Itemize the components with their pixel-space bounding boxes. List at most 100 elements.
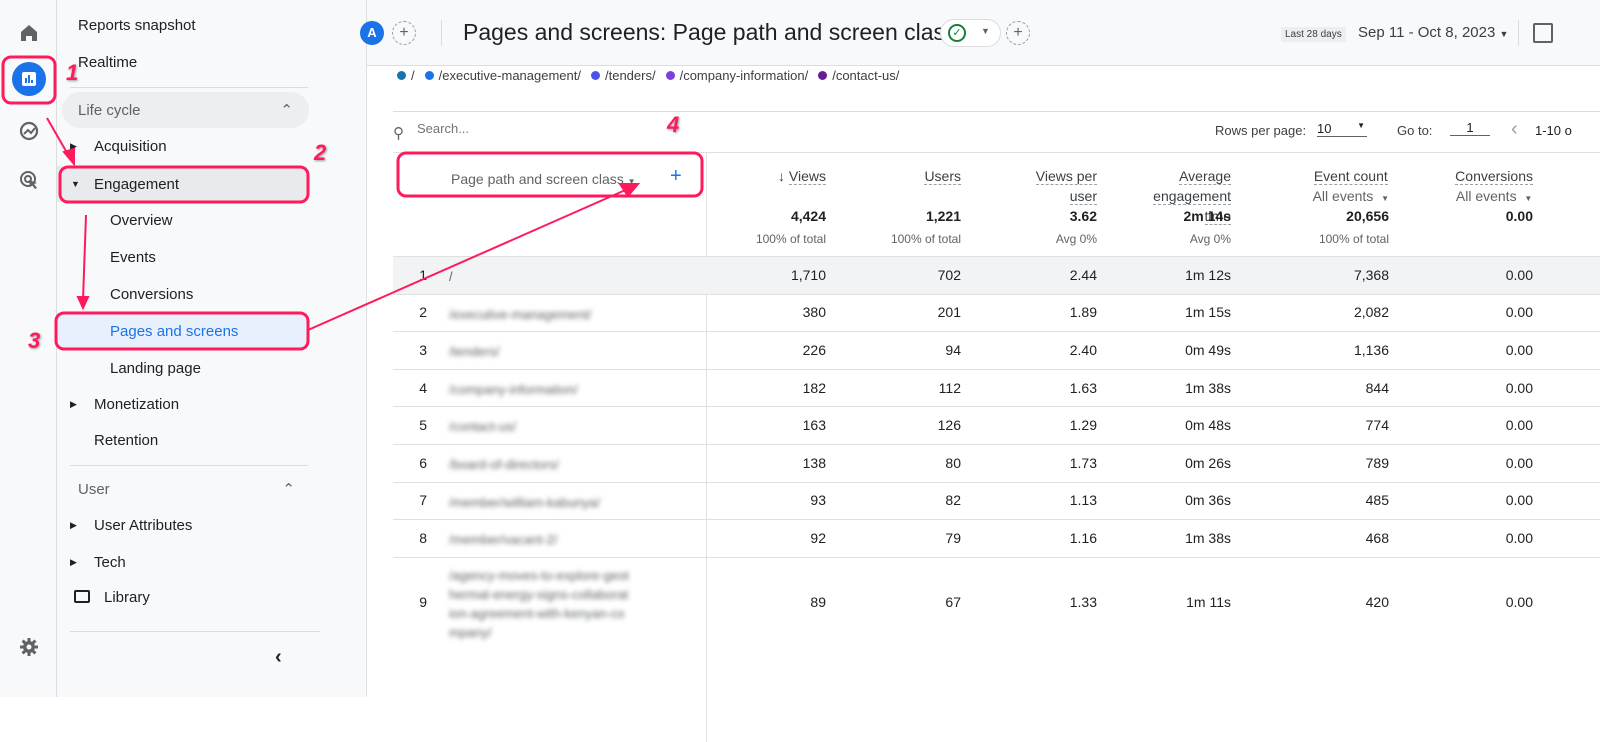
legend-label: /contact-us/	[832, 68, 900, 83]
cell-conv: 0.00	[1505, 492, 1533, 509]
collapse-nav-chevron-icon[interactable]: ‹	[275, 646, 282, 669]
cell-conv: 0.00	[1505, 593, 1533, 610]
add-dimension-icon[interactable]: +	[670, 165, 682, 188]
legend-item[interactable]: /executive-management/	[424, 68, 581, 83]
nav-landing-page[interactable]: Landing page	[110, 350, 360, 386]
legend-label: /company-information/	[679, 68, 809, 83]
event-count-column-header[interactable]: Event count All events ▼	[1313, 166, 1389, 209]
settings-gear-icon[interactable]	[14, 632, 44, 662]
reports-icon[interactable]	[12, 62, 46, 96]
row-index: 8	[419, 529, 427, 546]
expand-arrow-icon: ▶	[70, 398, 77, 409]
nav-monetization[interactable]: ▶ Monetization	[70, 386, 344, 422]
nav-overview[interactable]: Overview	[110, 202, 360, 238]
users-column-header[interactable]: Users	[924, 166, 961, 186]
comparison-avatar[interactable]: A	[360, 21, 384, 45]
cell-views: 380	[802, 304, 826, 321]
nav-tech[interactable]: ▶ Tech	[70, 544, 344, 580]
cell-users: 67	[945, 593, 961, 610]
cell-events: 485	[1365, 492, 1389, 509]
expand-arrow-icon: ▶	[70, 519, 77, 530]
cell-views: 1,710	[790, 266, 826, 283]
conversions-column-header[interactable]: Conversions All events ▼	[1455, 166, 1533, 209]
add-filter-icon[interactable]: +	[1006, 21, 1030, 45]
goto-input[interactable]: 1	[1450, 120, 1490, 136]
page-path: /tenders/	[449, 344, 500, 360]
nav-user-attributes[interactable]: ▶ User Attributes	[70, 507, 344, 543]
section-user[interactable]: User ⌃	[78, 471, 309, 507]
nav-conversions[interactable]: Conversions	[110, 276, 360, 312]
row-index: 6	[419, 454, 427, 471]
legend-label: /	[411, 68, 415, 83]
table-row[interactable]: 4/company-information/182 112 1.63 1m 38s 84…	[393, 368, 1600, 407]
page-path: /member/vacant-2/	[449, 532, 558, 548]
conversion-filter-select[interactable]: All events ▼	[1456, 188, 1532, 204]
legend-label: /executive-management/	[438, 68, 581, 83]
cell-views: 92	[810, 529, 826, 546]
table-row[interactable]: 3/tenders/226 94 2.40 0m 49s 1,136 0.00	[393, 331, 1600, 369]
prev-page-icon[interactable]: ‹	[1511, 118, 1518, 141]
dimension-column-header[interactable]: Page path and screen class ▼	[451, 169, 636, 192]
views-per-user-column-header[interactable]: Views per user	[1035, 166, 1097, 206]
cell-views: 163	[802, 417, 826, 434]
cell-conv: 0.00	[1505, 529, 1533, 546]
cell-events: 789	[1365, 454, 1389, 471]
nav-library[interactable]: Library	[74, 579, 354, 615]
customize-report-icon[interactable]	[1533, 23, 1553, 43]
header-label: Average	[1179, 168, 1231, 185]
collapse-arrow-icon: ▼	[71, 179, 80, 189]
dropdown-arrow-icon: ▼	[1499, 29, 1509, 39]
table-row[interactable]: 9/agency-moves-to-explore-geothermal-ene…	[393, 556, 1600, 647]
views-column-header[interactable]: ↓ Views	[778, 166, 826, 186]
total-users-sub: 100% of total	[890, 232, 961, 246]
date-range-picker[interactable]: Sep 11 - Oct 8, 2023 ▼	[1358, 24, 1508, 41]
table-row[interactable]: 5/contact-us/163 126 1.29 0m 48s 774 0.00	[393, 406, 1600, 444]
legend-item[interactable]: /	[397, 68, 415, 83]
cell-views: 182	[802, 379, 826, 396]
add-comparison-icon[interactable]: +	[392, 21, 416, 45]
rows-per-page-select[interactable]: 10 ▼	[1317, 121, 1367, 137]
table-row[interactable]: 1 / 1,710 702 2.44 1m 12s 7,368 0.00	[393, 256, 1600, 294]
row-index: 4	[419, 379, 427, 396]
section-lifecycle[interactable]: Life cycle ⌃	[62, 92, 309, 128]
folder-icon	[74, 590, 90, 603]
table-row[interactable]: 8/member/vacant-2/92 79 1.16 1m 38s 468 0.00	[393, 519, 1600, 557]
nav-reports-snapshot[interactable]: Reports snapshot	[78, 7, 328, 43]
page-path: /agency-moves-to-explore-geothermal-ener…	[449, 567, 629, 640]
cell-conv: 0.00	[1505, 417, 1533, 434]
table-row[interactable]: 2/executive-management/380 201 1.89 1m 15s 2…	[393, 293, 1600, 332]
cell-vpu: 1.29	[1069, 417, 1097, 434]
legend-item[interactable]: /tenders/	[590, 68, 656, 83]
event-filter-select[interactable]: All events ▼	[1313, 188, 1389, 204]
legend-item[interactable]: /company-information/	[665, 68, 809, 83]
explore-icon[interactable]	[14, 116, 44, 146]
legend-item[interactable]: /contact-us/	[818, 68, 899, 83]
legend-dot-icon	[590, 71, 600, 80]
advertising-icon[interactable]	[14, 165, 44, 195]
nav-realtime[interactable]: Realtime	[78, 44, 328, 80]
nav-retention[interactable]: Retention	[94, 422, 344, 458]
cell-events: 420	[1365, 593, 1389, 610]
cell-users: 126	[937, 417, 961, 434]
status-dropdown[interactable]: ✓ ▼	[940, 19, 1001, 47]
cell-aet: 0m 26s	[1185, 454, 1231, 471]
header-label: Users	[924, 168, 961, 185]
date-range-text: Sep 11 - Oct 8, 2023	[1358, 24, 1496, 41]
nav-acquisition[interactable]: ▶ Acquisition	[70, 128, 344, 164]
cell-vpu: 1.89	[1069, 304, 1097, 321]
nav-events[interactable]: Events	[110, 239, 360, 275]
search-input[interactable]	[417, 121, 617, 136]
nav-engagement[interactable]: ▼ Engagement	[57, 166, 307, 202]
cell-aet: 1m 38s	[1185, 529, 1231, 546]
table-row[interactable]: 6/board-of-directors/138 80 1.73 0m 26s 789 0…	[393, 444, 1600, 482]
nav-pages-and-screens[interactable]: Pages and screens	[57, 313, 307, 349]
legend-dot-icon	[424, 71, 434, 80]
report-body: / /executive-management/ /tenders/ /company…	[367, 66, 1600, 742]
table-row[interactable]: 7/member/william-kabunya/93 82 1.13 0m 36s 4…	[393, 481, 1600, 520]
check-circle-icon: ✓	[948, 24, 966, 42]
expand-arrow-icon: ▶	[70, 556, 77, 567]
total-views-sub: 100% of total	[755, 232, 826, 246]
nav-label: Acquisition	[94, 137, 167, 155]
home-icon[interactable]	[14, 18, 44, 48]
cell-conv: 0.00	[1505, 341, 1533, 358]
